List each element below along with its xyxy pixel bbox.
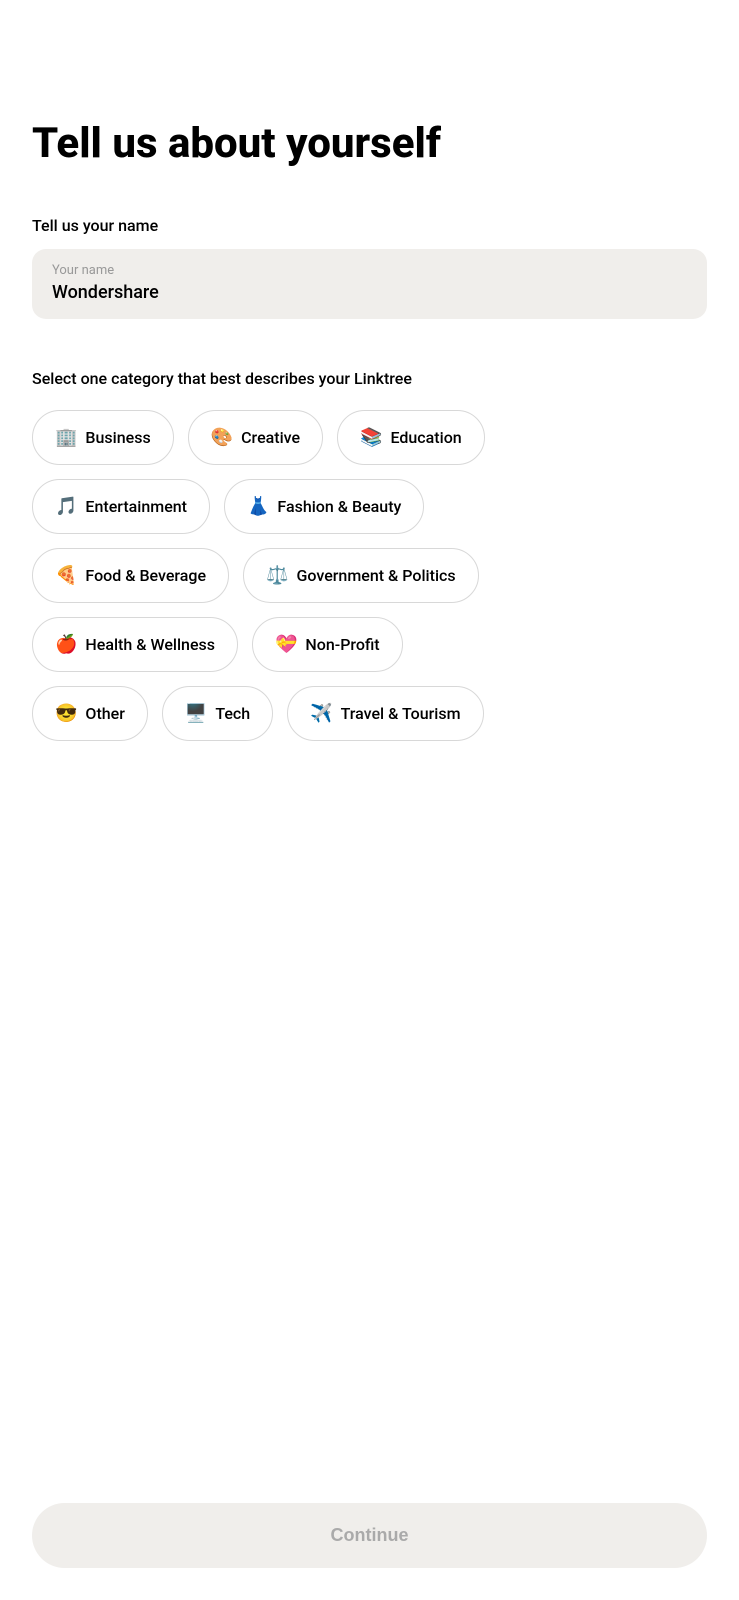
category-label-food-beverage: Food & Beverage: [85, 566, 206, 585]
categories-grid: 🏢 Business 🎨 Creative 📚 Education 🎵 Ente…: [32, 410, 707, 741]
page-title: Tell us about yourself: [32, 120, 707, 168]
travel-tourism-icon: ✈️: [310, 703, 332, 724]
category-chip-entertainment[interactable]: 🎵 Entertainment: [32, 479, 210, 534]
category-row-4: 🍎 Health & Wellness 💝 Non-Profit: [32, 617, 707, 672]
category-chip-health-wellness[interactable]: 🍎 Health & Wellness: [32, 617, 238, 672]
category-label-health-wellness: Health & Wellness: [85, 635, 215, 654]
category-label-other: Other: [85, 704, 124, 723]
category-chip-government-politics[interactable]: ⚖️ Government & Politics: [243, 548, 479, 603]
category-chip-business[interactable]: 🏢 Business: [32, 410, 174, 465]
name-input-placeholder: Your name: [52, 263, 687, 278]
category-row-3: 🍕 Food & Beverage ⚖️ Government & Politi…: [32, 548, 707, 603]
business-icon: 🏢: [55, 427, 77, 448]
category-label-fashion-beauty: Fashion & Beauty: [277, 497, 401, 516]
category-section-label: Select one category that best describes …: [32, 369, 707, 388]
name-input-value: Wondershare: [52, 282, 687, 303]
name-section-label: Tell us your name: [32, 216, 707, 235]
category-chip-tech[interactable]: 🖥️ Tech: [162, 686, 273, 741]
education-icon: 📚: [360, 427, 382, 448]
fashion-beauty-icon: 👗: [247, 496, 269, 517]
category-label-government-politics: Government & Politics: [297, 566, 456, 585]
category-chip-non-profit[interactable]: 💝 Non-Profit: [252, 617, 403, 672]
category-chip-creative[interactable]: 🎨 Creative: [188, 410, 323, 465]
creative-icon: 🎨: [211, 427, 233, 448]
page-container: Tell us about yourself Tell us your name…: [0, 0, 739, 921]
non-profit-icon: 💝: [275, 634, 297, 655]
category-chip-fashion-beauty[interactable]: 👗 Fashion & Beauty: [224, 479, 424, 534]
government-politics-icon: ⚖️: [266, 565, 288, 586]
category-label-tech: Tech: [215, 704, 250, 723]
other-icon: 😎: [55, 703, 77, 724]
entertainment-icon: 🎵: [55, 496, 77, 517]
category-label-entertainment: Entertainment: [85, 497, 187, 516]
category-label-non-profit: Non-Profit: [305, 635, 379, 654]
category-row-2: 🎵 Entertainment 👗 Fashion & Beauty: [32, 479, 707, 534]
continue-button[interactable]: Continue: [32, 1503, 707, 1568]
category-label-business: Business: [85, 428, 150, 447]
tech-icon: 🖥️: [185, 703, 207, 724]
category-label-education: Education: [391, 428, 462, 447]
category-label-travel-tourism: Travel & Tourism: [341, 704, 461, 723]
category-row-1: 🏢 Business 🎨 Creative 📚 Education: [32, 410, 707, 465]
category-chip-other[interactable]: 😎 Other: [32, 686, 148, 741]
category-row-5: 😎 Other 🖥️ Tech ✈️ Travel & Tourism: [32, 686, 707, 741]
category-label-creative: Creative: [241, 428, 300, 447]
category-chip-food-beverage[interactable]: 🍕 Food & Beverage: [32, 548, 229, 603]
name-input-field[interactable]: Your name Wondershare: [32, 249, 707, 319]
category-chip-travel-tourism[interactable]: ✈️ Travel & Tourism: [287, 686, 483, 741]
continue-button-wrapper: Continue: [32, 1503, 707, 1568]
food-beverage-icon: 🍕: [55, 565, 77, 586]
category-chip-education[interactable]: 📚 Education: [337, 410, 485, 465]
health-wellness-icon: 🍎: [55, 634, 77, 655]
